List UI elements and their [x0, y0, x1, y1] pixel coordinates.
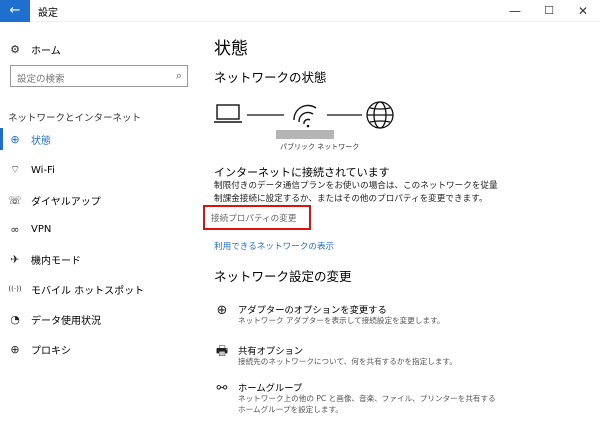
dialup-icon: ☏: [8, 193, 22, 207]
sidebar-item-vpn[interactable]: ∞ VPN: [0, 218, 195, 240]
network-status-heading: ネットワークの状態: [214, 70, 327, 85]
page-title: 状態: [214, 39, 248, 59]
sidebar-item-airplane-mode[interactable]: ✈ 機内モード: [0, 248, 195, 270]
sidebar-item-home[interactable]: ⚙ ホーム: [8, 40, 61, 58]
option-description: ネットワーク上の他の PC と画像、音楽、ファイル、プリンターを共有する ホーム…: [238, 393, 496, 415]
data-usage-icon: ◔: [10, 312, 20, 326]
adapter-options-item[interactable]: ⊕ アダプターのオプションを変更する ネットワーク アダプターを表示して接続設定…: [214, 302, 594, 332]
sidebar-item-dialup[interactable]: ☏ ダイヤルアップ: [0, 189, 195, 211]
sidebar-item-wifi[interactable]: ⌔ Wi-Fi: [0, 159, 195, 181]
wifi-dot: [306, 124, 310, 128]
network-settings-heading: ネットワーク設定の変更: [214, 269, 352, 284]
option-title: ホームグループ: [238, 383, 303, 394]
section-label: ネットワークとインターネット: [8, 113, 142, 124]
change-properties-highlight[interactable]: 接続プロパティの変更: [203, 205, 311, 230]
sidebar-item-data-usage[interactable]: ◔ データ使用状況: [0, 308, 195, 330]
back-arrow-icon: ←: [9, 3, 21, 18]
description-line: 制限付きのデータ通信プランをお使いの場合は、このネットワークを従量: [214, 181, 498, 191]
connection-status-heading: インターネットに接続されています: [214, 166, 390, 179]
sharing-options-item[interactable]: 🖶 共有オプション 接続先のネットワークについて、何を共有するかを指定します。: [214, 343, 594, 373]
window-title: 設定: [38, 8, 58, 19]
sidebar-item-label: プロキシ: [31, 345, 71, 357]
option-description: 接続先のネットワークについて、何を共有するかを指定します。: [238, 357, 457, 366]
sidebar-item-label: VPN: [31, 223, 52, 235]
option-title: 共有オプション: [238, 346, 304, 357]
adapter-icon: ⊕: [216, 303, 228, 318]
sidebar-item-label: Wi-Fi: [31, 164, 55, 176]
sidebar-item-label: データ使用状況: [31, 315, 101, 327]
sidebar-item-label: 機内モード: [31, 255, 81, 267]
back-button[interactable]: ←: [0, 0, 30, 22]
sidebar-item-mobile-hotspot[interactable]: ((·)) モバイル ホットスポット: [0, 278, 195, 300]
option-description-line: ホームグループを設定します。: [238, 405, 343, 414]
close-button[interactable]: ✕: [566, 0, 600, 22]
change-properties-link[interactable]: 接続プロパティの変更: [211, 212, 296, 224]
proxy-icon: ⊕: [10, 342, 20, 356]
sidebar-item-label: モバイル ホットスポット: [31, 285, 145, 297]
globe-icon: ⊕: [10, 132, 20, 146]
maximize-button[interactable]: ☐: [532, 0, 566, 22]
sidebar-item-label: ホーム: [31, 45, 61, 57]
option-description-line: ネットワーク上の他の PC と画像、音楽、ファイル、プリンターを共有する: [238, 394, 496, 403]
sidebar-item-label: 状態: [31, 135, 51, 147]
search-icon: ⌕: [175, 69, 182, 82]
show-networks-link[interactable]: 利用できるネットワークの表示: [214, 240, 334, 252]
search-input[interactable]: 設定の検索 ⌕: [10, 65, 188, 87]
hotspot-icon: ((·)): [8, 285, 22, 293]
network-caption: パブリック ネットワーク: [280, 143, 360, 151]
main-content: 状態 ネットワークの状態 パブリック ネットワーク インターネットに接続されてい…: [195, 22, 600, 434]
sidebar-item-status[interactable]: ⊕ 状態: [0, 128, 195, 150]
connection-description: 制限付きのデータ通信プランをお使いの場合は、このネットワークを従量 制課金接続に…: [214, 180, 594, 206]
globe-icon: [366, 101, 394, 129]
option-description: ネットワーク アダプターを表示して接続設定を変更します。: [238, 316, 445, 325]
network-name-redacted: [276, 130, 334, 139]
title-bar: ← 設定 — ☐ ✕: [0, 0, 600, 22]
sidebar-item-proxy[interactable]: ⊕ プロキシ: [0, 338, 195, 360]
laptop-icon: [214, 104, 242, 123]
vpn-icon: ∞: [10, 222, 20, 236]
option-title: アダプターのオプションを変更する: [238, 305, 387, 316]
homegroup-item[interactable]: ⚯ ホームグループ ネットワーク上の他の PC と画像、音楽、ファイル、プリンタ…: [214, 380, 594, 420]
search-placeholder: 設定の検索: [17, 74, 65, 85]
gear-icon: ⚙: [10, 42, 20, 56]
minimize-button[interactable]: —: [498, 0, 532, 22]
sidebar: ⚙ ホーム 設定の検索 ⌕ ネットワークとインターネット ⊕ 状態 ⌔ Wi-F…: [0, 22, 195, 434]
wifi-signal-icon: [293, 104, 317, 125]
wifi-icon: ⌔: [9, 163, 21, 176]
sidebar-item-label: ダイヤルアップ: [31, 196, 101, 208]
airplane-icon: ✈: [10, 252, 20, 266]
homegroup-icon: ⚯: [216, 381, 228, 396]
sharing-icon: 🖶: [215, 344, 229, 359]
